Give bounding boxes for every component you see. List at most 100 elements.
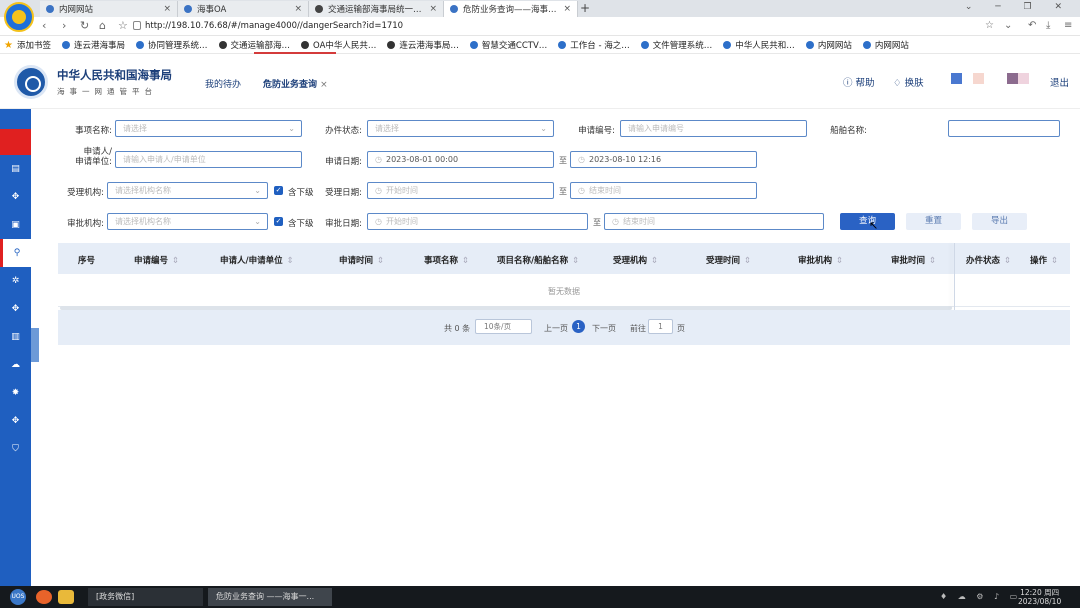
bookmark-item[interactable]: ★ 添加书签 [4, 39, 51, 52]
menu-icon[interactable]: ≡ [1064, 20, 1072, 31]
chevron-down-icon[interactable]: ⌄ [1004, 20, 1012, 31]
logout-button[interactable]: 退出 [1050, 75, 1069, 89]
bookmark-item[interactable]: 连云港海事局… [387, 39, 459, 51]
skin-swatch-purple[interactable] [1007, 73, 1018, 84]
export-button[interactable]: 导出 [972, 213, 1027, 230]
taskbar-window-wechat[interactable]: [政务微信] [88, 588, 203, 606]
skin-swatch-pink[interactable] [1018, 73, 1029, 84]
apply-no-input[interactable]: 请输入申请编号 [620, 120, 807, 137]
sidebar-item-security[interactable]: ⛉ [0, 435, 31, 463]
browser-tab-identity[interactable]: 交通运输部海事局统一身份... × [309, 1, 444, 17]
home-icon[interactable]: ⌂ [99, 19, 106, 32]
browser-tab-oa[interactable]: 海事OA × [178, 1, 309, 17]
bookmark-item[interactable]: 内网网站 [805, 39, 852, 51]
bookmark-item[interactable]: 内网网站 [862, 39, 909, 51]
column-header[interactable]: 受理机构 ⇕ [613, 254, 658, 266]
close-icon[interactable]: × [429, 4, 437, 14]
sort-icon[interactable]: ⇕ [287, 256, 294, 266]
bookmark-star-icon[interactable]: ☆ [985, 20, 994, 31]
accept-org-select[interactable]: 请选择机构名称 ⌄ [107, 182, 268, 199]
sidebar-item-search[interactable]: ⚲ [0, 239, 31, 267]
taskbar-window-browser[interactable]: 危防业务查询 ——海事一... [208, 588, 332, 606]
close-icon[interactable]: × [563, 4, 571, 14]
sidebar-collapse-handle[interactable] [31, 328, 39, 362]
approve-date-end-input[interactable]: ◷ 结束时间 [604, 213, 824, 230]
reset-button[interactable]: 重置 [906, 213, 961, 230]
approve-org-select[interactable]: 请选择机构名称 ⌄ [107, 213, 268, 230]
apply-date-start-input[interactable]: ◷ 2023-08-01 00:00 [367, 151, 554, 168]
bookmark-item[interactable]: 工作台 - 海之… [558, 39, 630, 51]
column-header[interactable]: 操作 ⇕ [1030, 254, 1058, 266]
reload-icon[interactable]: ↻ [80, 19, 89, 32]
approve-date-start-input[interactable]: ◷ 开始时间 [367, 213, 588, 230]
undo-icon[interactable]: ↶ [1028, 20, 1036, 31]
bookmark-item[interactable]: 中华人民共和… [723, 39, 795, 51]
firefox-icon[interactable] [36, 590, 52, 604]
column-header[interactable]: 申请人/申请单位 ⇕ [220, 254, 294, 266]
sort-icon[interactable]: ⇕ [1051, 256, 1058, 266]
sort-icon[interactable]: ⇕ [172, 256, 179, 266]
column-header[interactable]: 项目名称/船舶名称 ⇕ [497, 254, 579, 266]
sort-icon[interactable]: ⇕ [744, 256, 751, 266]
sidebar-item-modules[interactable]: ✥ [0, 183, 31, 211]
start-menu-button[interactable]: UOS [10, 589, 26, 605]
accept-include-sub-checkbox[interactable]: ✓ [274, 186, 283, 195]
browser-tab-danger-search[interactable]: 危防业务查询——海事一网... × [444, 1, 578, 17]
bookmark-item[interactable]: 连云港海事局 [61, 39, 125, 51]
column-header[interactable]: 审批时间 ⇕ [891, 254, 936, 266]
sidebar-item-settings[interactable]: ✲ [0, 267, 31, 295]
ship-name-input[interactable] [948, 120, 1060, 137]
sort-icon[interactable]: ⇕ [462, 256, 469, 266]
help-button[interactable]: ⓘ 帮助 [843, 75, 875, 89]
next-page-button[interactable]: 下一页 [592, 323, 616, 334]
star-icon[interactable]: ☆ [118, 19, 128, 32]
accept-date-end-input[interactable]: ◷ 结束时间 [570, 182, 757, 199]
close-icon[interactable]: × [320, 80, 328, 90]
sidebar-item-cloud[interactable]: ☁ [0, 351, 31, 379]
back-icon[interactable]: ‹ [42, 19, 46, 32]
sidebar-item-badge[interactable]: ✸ [0, 379, 31, 407]
skin-button[interactable]: ♢ 换肤 [893, 75, 924, 89]
sidebar-item-apps[interactable]: ✥ [0, 295, 31, 323]
column-header[interactable]: 办件状态 ⇕ [966, 254, 1011, 266]
tab-my-todo[interactable]: 我的待办 [205, 77, 241, 90]
sort-icon[interactable]: ⇕ [572, 256, 579, 266]
folder-icon[interactable] [58, 590, 74, 604]
forward-icon[interactable]: › [62, 19, 66, 32]
bookmark-item[interactable]: OA中华人民共… [301, 39, 376, 51]
sidebar-item-tools[interactable]: ✥ [0, 407, 31, 435]
browser-tab-intranet[interactable]: 内网网站 × [40, 1, 178, 17]
apply-date-end-input[interactable]: ◷ 2023-08-10 12:16 [570, 151, 757, 168]
sidebar-item-chart[interactable]: ▥ [0, 323, 31, 351]
goto-page-input[interactable]: 1 [648, 319, 673, 334]
bookmark-item[interactable]: 文件管理系统… [640, 39, 712, 51]
tab-danger-search[interactable]: 危防业务查询 × [263, 77, 328, 90]
search-button[interactable]: 查询 [840, 213, 895, 230]
skin-swatch-blue[interactable] [951, 73, 962, 84]
sidebar-item-notes[interactable]: ▣ [0, 211, 31, 239]
sort-icon[interactable]: ⇕ [377, 256, 384, 266]
item-name-select[interactable]: 请选择 ⌄ [115, 120, 302, 137]
page-number-current[interactable]: 1 [572, 320, 585, 333]
skin-swatch-peach[interactable] [973, 73, 984, 84]
sidebar-item-document[interactable]: ▤ [0, 155, 31, 183]
column-header[interactable]: 申请编号 ⇕ [134, 254, 179, 266]
new-tab-button[interactable]: + [580, 1, 590, 15]
page-size-select[interactable]: 10条/页 [475, 319, 532, 334]
prev-page-button[interactable]: 上一页 [544, 323, 568, 334]
bookmark-item[interactable]: 智慧交通CCTV… [469, 39, 547, 51]
applicant-input[interactable]: 请输入申请人/申请单位 [115, 151, 302, 168]
column-header[interactable]: 申请时间 ⇕ [339, 254, 384, 266]
bookmark-item[interactable]: 交通运输部海… [218, 39, 290, 51]
url-input[interactable]: http://198.10.76.68/#/manage4000//danger… [145, 21, 403, 31]
sort-icon[interactable]: ⇕ [929, 256, 936, 266]
approve-include-sub-checkbox[interactable]: ✓ [274, 217, 283, 226]
column-header[interactable]: 事项名称 ⇕ [424, 254, 469, 266]
column-header[interactable]: 受理时间 ⇕ [706, 254, 751, 266]
window-controls[interactable]: ⌄ ─ ❐ ✕ [965, 2, 1072, 12]
taskbar-clock[interactable]: 12:20 周四 2023/08/10 [1018, 588, 1061, 606]
system-tray[interactable]: ♦ ☁ ⚙ ♪ ▭ [940, 592, 1021, 601]
download-icon[interactable]: ⤓ [1046, 20, 1050, 31]
sort-icon[interactable]: ⇕ [651, 256, 658, 266]
column-header[interactable]: 审批机构 ⇕ [798, 254, 843, 266]
